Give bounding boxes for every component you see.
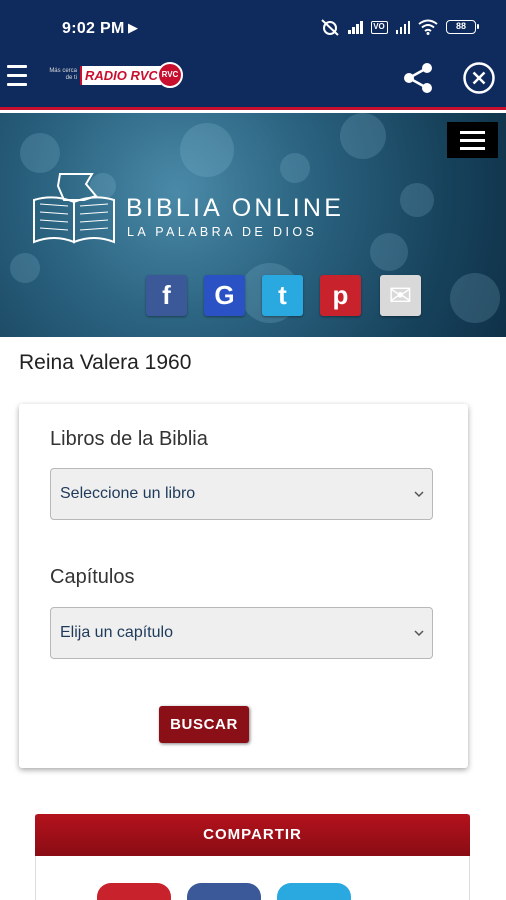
email-icon[interactable]: ✉ bbox=[380, 275, 421, 316]
battery-icon: 88 bbox=[446, 20, 479, 34]
signal-icon bbox=[348, 20, 363, 34]
banner-menu-icon[interactable] bbox=[447, 122, 498, 158]
book-select[interactable]: Seleccione un libro bbox=[50, 468, 433, 520]
google-icon[interactable]: G bbox=[204, 275, 245, 316]
pinterest-icon[interactable]: p bbox=[320, 275, 361, 316]
close-icon[interactable] bbox=[462, 61, 496, 95]
play-icon: ▶ bbox=[128, 20, 138, 35]
banner-title: BIBLIA ONLINE bbox=[126, 194, 345, 222]
twitter-icon[interactable]: t bbox=[262, 275, 303, 316]
logo-badge: RVC bbox=[156, 62, 183, 88]
app-bar: Más cerca de ti RADIO RVC RVC bbox=[0, 48, 506, 110]
volte-icon: VO bbox=[370, 20, 388, 34]
menu-icon[interactable] bbox=[7, 65, 27, 91]
logo-text: RADIO RVC bbox=[80, 65, 161, 85]
chapter-select-value: Elija un capítulo bbox=[60, 624, 173, 641]
google-plus-share-icon[interactable] bbox=[97, 883, 171, 900]
status-time: 9:02 PM bbox=[62, 20, 125, 37]
book-select-value: Seleccione un libro bbox=[60, 485, 196, 502]
bible-version-title: Reina Valera 1960 bbox=[19, 351, 192, 374]
share-icon[interactable] bbox=[400, 60, 436, 96]
status-bar: 9:02 PM ▶ VO 88 bbox=[0, 0, 506, 48]
banner-subtitle: LA PALABRA DE DIOS bbox=[127, 225, 318, 239]
book-icon bbox=[33, 173, 115, 244]
chapter-select[interactable]: Elija un capítulo bbox=[50, 607, 433, 659]
chapters-label: Capítulos bbox=[50, 566, 135, 588]
alarm-off-icon bbox=[321, 19, 339, 36]
social-buttons: f G t p ✉ bbox=[0, 275, 506, 317]
twitter-share-icon[interactable] bbox=[277, 883, 351, 900]
chevron-down-icon bbox=[414, 630, 424, 637]
books-label: Libros de la Biblia bbox=[50, 428, 208, 450]
share-section-title: COMPARTIR bbox=[35, 814, 470, 856]
logo-tagline: Más cerca de ti bbox=[49, 68, 77, 81]
facebook-share-icon[interactable] bbox=[187, 883, 261, 900]
search-button[interactable]: BUSCAR bbox=[159, 706, 249, 743]
wifi-icon bbox=[418, 19, 438, 35]
facebook-icon[interactable]: f bbox=[146, 275, 187, 316]
radio-rvc-logo: Más cerca de ti RADIO RVC RVC bbox=[44, 62, 183, 88]
status-icons: VO 88 bbox=[320, 18, 479, 36]
signal-icon bbox=[395, 20, 410, 34]
search-card: Libros de la Biblia Seleccione un libro … bbox=[19, 404, 468, 768]
chevron-down-icon bbox=[414, 491, 424, 498]
